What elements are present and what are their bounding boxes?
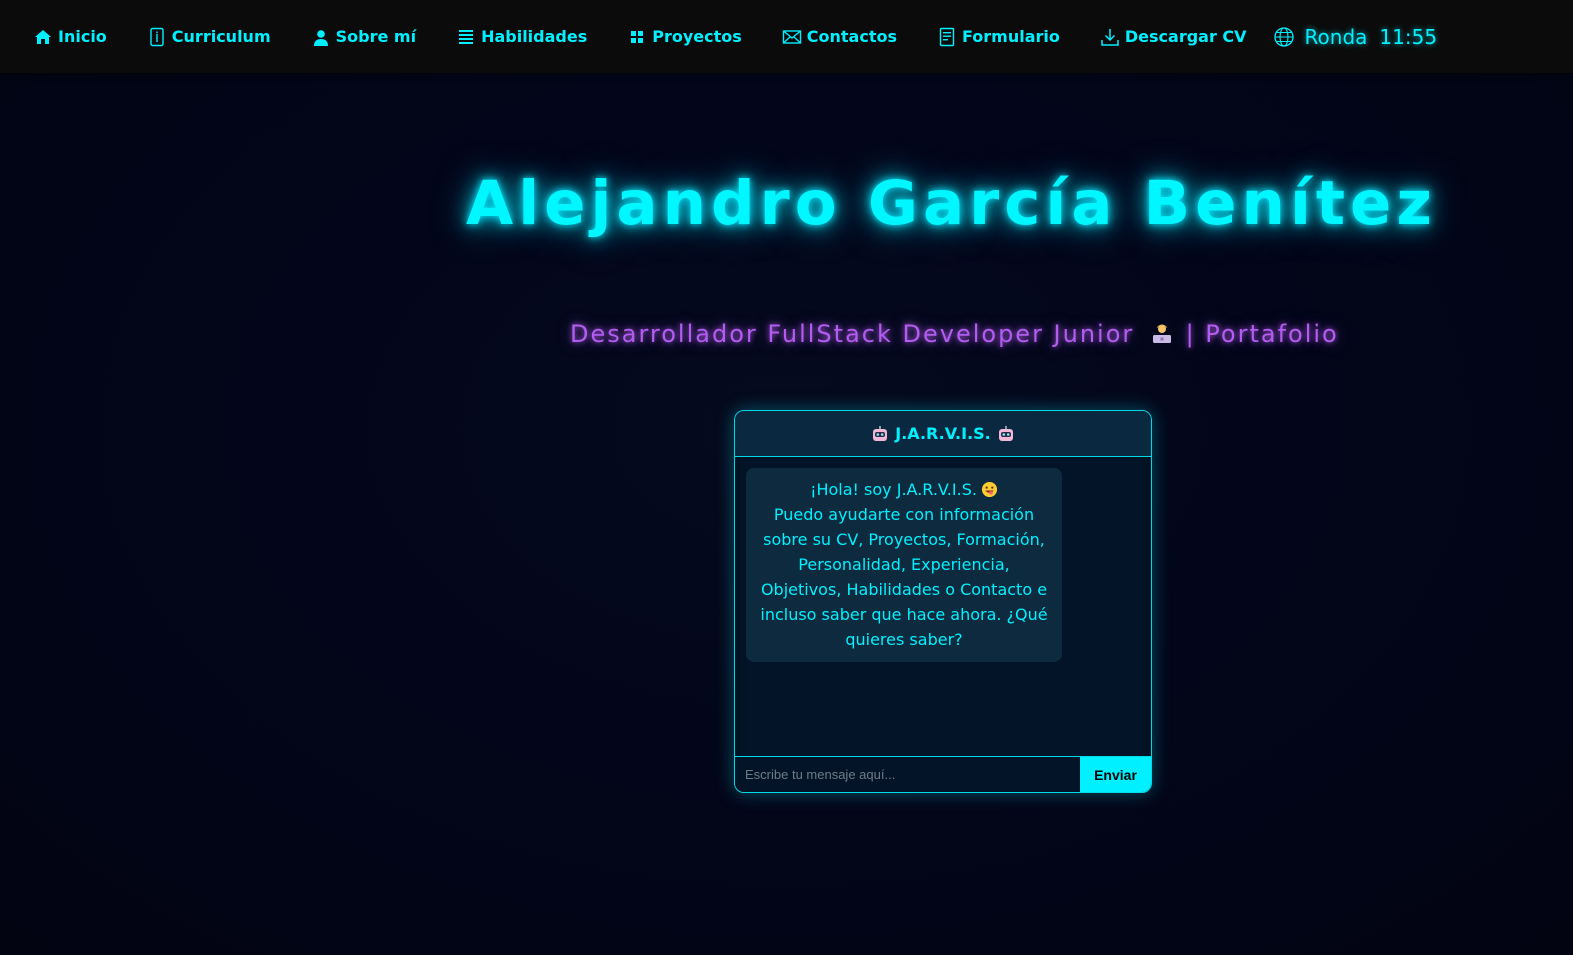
info-icon xyxy=(150,27,164,46)
grinning-tongue-emoji-icon xyxy=(981,481,997,498)
home-icon xyxy=(35,29,51,44)
send-button[interactable]: Enviar xyxy=(1080,757,1151,792)
nav-descargar-cv-label: Descargar CV xyxy=(1124,27,1247,46)
document-icon xyxy=(939,27,955,46)
nav-curriculum[interactable]: Curriculum xyxy=(147,27,271,47)
chatbot-header: J.A.R.V.I.S. xyxy=(735,411,1151,457)
nav-proyectos-label: Proyectos xyxy=(652,27,742,46)
chatbot-messages[interactable]: ¡Hola! soy J.A.R.V.I.S. Puedo ayudarte c… xyxy=(735,458,1151,756)
nav-curriculum-label: Curriculum xyxy=(171,27,271,46)
nav-habilidades-label: Habilidades xyxy=(481,27,588,46)
bot-message: ¡Hola! soy J.A.R.V.I.S. Puedo ayudarte c… xyxy=(746,468,1062,662)
developer-emoji-icon xyxy=(1152,324,1171,343)
location-clock: Ronda 11:55 xyxy=(1273,24,1438,49)
nav-contactos[interactable]: Contactos xyxy=(782,27,897,47)
chatbot-title: J.A.R.V.I.S. xyxy=(895,424,991,443)
clock-location: Ronda xyxy=(1304,24,1368,49)
nav-sobre-mi-label: Sobre mí xyxy=(335,27,417,46)
nav-proyectos[interactable]: Proyectos xyxy=(627,27,742,47)
robot-icon xyxy=(998,425,1013,441)
nav-descargar-cv[interactable]: Descargar CV xyxy=(1100,27,1247,47)
chatbot-input-bar: Enviar xyxy=(735,756,1151,792)
nav-inicio-label: Inicio xyxy=(58,27,107,46)
nav-habilidades[interactable]: Habilidades xyxy=(456,27,587,47)
nav-contactos-label: Contactos xyxy=(806,27,897,46)
nav-inicio[interactable]: Inicio xyxy=(33,27,107,47)
clock-time: 11:55 xyxy=(1379,24,1438,49)
list-icon xyxy=(459,29,474,44)
chatbot-panel: J.A.R.V.I.S. ¡Hola! soy J.A.R.V.I.S. Pue… xyxy=(734,410,1152,793)
nav-formulario[interactable]: Formulario xyxy=(937,27,1060,47)
globe-icon xyxy=(1273,26,1294,47)
top-navigation-bar: Inicio Curriculum Sobre mí Habilidades P… xyxy=(0,0,1573,73)
subtitle-text: Desarrollador FullStack Developer Junior xyxy=(570,320,1135,348)
robot-icon xyxy=(873,425,888,441)
grid-icon xyxy=(631,30,644,43)
bot-greeting-line: ¡Hola! soy J.A.R.V.I.S. xyxy=(756,477,1052,502)
page-subtitle: Desarrollador FullStack Developer Junior… xyxy=(570,320,1337,348)
bot-message-text: Puedo ayudarte con información sobre su … xyxy=(760,505,1048,649)
nav-formulario-label: Formulario xyxy=(962,27,1060,46)
page-title: Alejandro García Benítez xyxy=(466,168,1437,239)
person-icon xyxy=(313,29,328,46)
bot-greeting: ¡Hola! soy J.A.R.V.I.S. xyxy=(810,480,977,499)
subtitle-suffix: | Portafolio xyxy=(1185,320,1339,348)
download-icon xyxy=(1101,28,1119,46)
nav-sobre-mi[interactable]: Sobre mí xyxy=(311,27,416,47)
mail-icon xyxy=(782,29,801,44)
chat-message-input[interactable] xyxy=(735,757,1080,792)
